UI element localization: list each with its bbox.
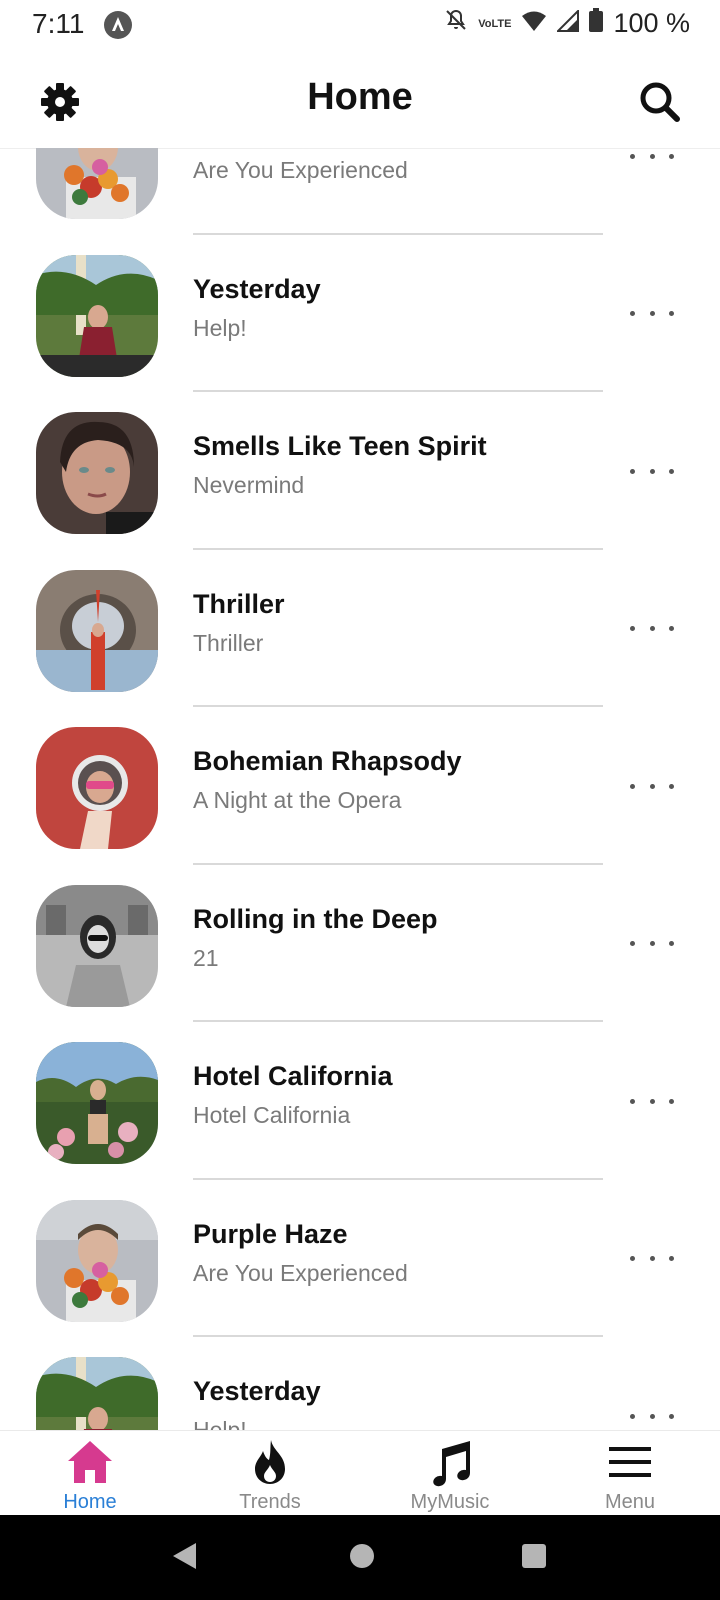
album-art-image xyxy=(36,412,158,534)
album-art xyxy=(36,1357,158,1430)
album-art-image xyxy=(36,1199,158,1322)
search-button[interactable] xyxy=(636,78,684,126)
album-art-image xyxy=(36,1042,158,1164)
music-note-icon xyxy=(433,1441,470,1487)
album-art-image xyxy=(36,148,158,219)
song-title: Hotel California xyxy=(193,1061,393,1091)
nav-trends[interactable]: Trends xyxy=(180,1431,360,1516)
album-name: Are You Experienced xyxy=(193,157,408,183)
album-art xyxy=(36,412,158,534)
song-title: Rolling in the Deep xyxy=(193,903,438,934)
song-row[interactable]: Yesterday Help! xyxy=(0,235,720,392)
more-options-button[interactable] xyxy=(630,773,674,799)
album-art xyxy=(36,1042,158,1164)
album-name: Help! xyxy=(193,1417,247,1430)
song-title: Thriller xyxy=(193,588,285,619)
album-art-image xyxy=(36,254,158,377)
battery-icon xyxy=(589,8,604,39)
album-art-image xyxy=(36,1357,158,1430)
system-navigation-bar xyxy=(0,1515,720,1600)
nav-home[interactable]: Home xyxy=(0,1431,180,1516)
song-list[interactable]: Purple Haze Are You Experienced Yesterda… xyxy=(0,148,720,1430)
page-title: Home xyxy=(307,76,413,118)
song-row[interactable]: Smells Like Teen Spirit Nevermind xyxy=(0,392,720,550)
album-name: 21 xyxy=(193,944,219,971)
status-time: 7:11 xyxy=(32,8,85,39)
album-art-image xyxy=(36,569,158,692)
accessibility-indicator-icon xyxy=(104,11,132,39)
nav-home-label: Home xyxy=(63,1491,117,1513)
song-row[interactable]: Purple Haze Are You Experienced xyxy=(0,148,720,235)
more-options-button[interactable] xyxy=(630,1403,674,1429)
home-circle-icon[interactable] xyxy=(347,1541,377,1571)
more-options-button[interactable] xyxy=(630,931,674,957)
song-row[interactable]: Rolling in the Deep 21 xyxy=(0,865,720,1022)
flame-icon xyxy=(255,1440,285,1484)
hamburger-menu-icon xyxy=(609,1447,651,1477)
album-art-image xyxy=(36,727,158,849)
song-row[interactable]: Bohemian Rhapsody A Night at the Opera xyxy=(0,707,720,865)
mute-notifications-icon xyxy=(444,8,468,39)
nav-trends-label: Trends xyxy=(239,1491,301,1513)
song-title: Yesterday xyxy=(193,1376,321,1406)
album-name: Hotel California xyxy=(193,1102,351,1128)
album-art xyxy=(36,727,158,849)
album-name: A Night at the Opera xyxy=(193,787,402,813)
album-name: Help! xyxy=(193,314,247,341)
bottom-navigation: Home Trends MyMusic Menu xyxy=(0,1430,720,1516)
volte-icon: VoLTE xyxy=(478,17,512,30)
home-icon xyxy=(68,1441,112,1483)
album-art xyxy=(36,569,158,692)
more-options-button[interactable] xyxy=(630,148,674,169)
album-art-image xyxy=(36,884,158,1007)
more-options-button[interactable] xyxy=(630,616,674,642)
album-art xyxy=(36,254,158,377)
recents-icon[interactable] xyxy=(519,1541,549,1571)
more-options-button[interactable] xyxy=(630,301,674,327)
song-row[interactable]: Thriller Thriller xyxy=(0,550,720,707)
song-title: Purple Haze xyxy=(193,1218,348,1249)
wifi-icon xyxy=(521,8,547,39)
song-title: Yesterday xyxy=(193,273,321,304)
more-options-button[interactable] xyxy=(630,1088,674,1114)
battery-percentage: 100 % xyxy=(613,8,690,38)
more-options-button[interactable] xyxy=(630,458,674,484)
back-icon[interactable] xyxy=(170,1541,200,1571)
nav-mymusic-label: MyMusic xyxy=(410,1491,490,1513)
nav-menu[interactable]: Menu xyxy=(540,1431,720,1516)
album-name: Thriller xyxy=(193,629,264,656)
more-options-button[interactable] xyxy=(630,1246,674,1272)
song-row[interactable]: Hotel California Hotel California xyxy=(0,1022,720,1180)
song-row[interactable]: Purple Haze Are You Experienced xyxy=(0,1180,720,1337)
album-art xyxy=(36,1199,158,1322)
app-bar: Home xyxy=(0,52,720,149)
song-title: Smells Like Teen Spirit xyxy=(193,431,487,461)
nav-mymusic[interactable]: MyMusic xyxy=(360,1431,540,1516)
album-name: Are You Experienced xyxy=(193,1259,408,1286)
status-bar: 7:11 VoLTE 100 % xyxy=(0,0,720,52)
song-row[interactable]: Yesterday Help! xyxy=(0,1337,720,1430)
nav-menu-label: Menu xyxy=(604,1491,656,1513)
album-art xyxy=(36,148,158,219)
album-art xyxy=(36,884,158,1007)
cell-signal-icon xyxy=(556,8,580,39)
status-icons: VoLTE 100 % xyxy=(444,8,690,39)
search-icon xyxy=(640,82,680,122)
album-name: Nevermind xyxy=(193,472,305,498)
song-title: Bohemian Rhapsody xyxy=(193,746,462,776)
